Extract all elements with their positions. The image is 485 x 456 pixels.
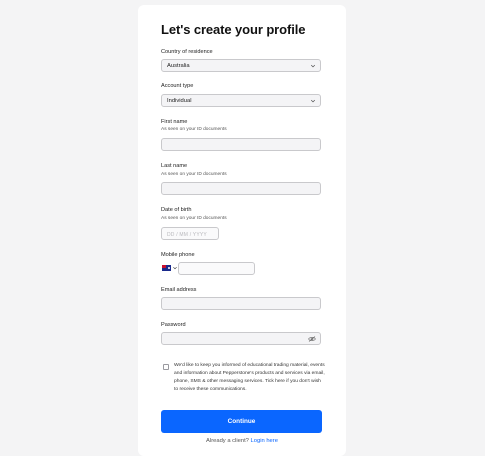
chevron-down-icon [173, 266, 177, 270]
first-name-hint: As seen on your ID documents [161, 127, 227, 132]
consent-text: We'd like to keep you informed of educat… [174, 363, 325, 392]
country-code-select[interactable] [161, 262, 179, 275]
eye-off-icon[interactable] [308, 336, 316, 342]
dob-field[interactable]: DD / MM / YYYY [161, 227, 219, 240]
country-select[interactable]: Australia [161, 59, 321, 72]
chevron-down-icon [310, 99, 316, 103]
account-type-select[interactable]: Individual [161, 94, 321, 107]
email-label: Email address [161, 287, 197, 293]
australia-flag-icon [162, 265, 171, 271]
last-name-label: Last name [161, 163, 188, 169]
last-name-hint: As seen on your ID documents [161, 172, 227, 177]
country-value: Australia [167, 63, 190, 69]
mobile-field[interactable] [178, 262, 255, 275]
login-prompt-text: Already a client? [206, 438, 249, 444]
password-field[interactable] [161, 332, 321, 345]
email-field[interactable] [161, 297, 321, 310]
dob-label: Date of birth [161, 207, 192, 213]
chevron-down-icon [310, 64, 316, 68]
password-label: Password [161, 322, 186, 328]
continue-button[interactable]: Continue [161, 410, 322, 433]
login-link[interactable]: Login here [251, 438, 278, 444]
page-title: Let's create your profile [161, 22, 306, 37]
signup-card: Let's create your profile Country of res… [138, 5, 346, 456]
last-name-field[interactable] [161, 182, 321, 195]
dob-placeholder: DD / MM / YYYY [167, 231, 207, 238]
account-type-label: Account type [161, 83, 194, 89]
mobile-label: Mobile phone [161, 252, 195, 258]
first-name-label: First name [161, 119, 188, 125]
dob-hint: As seen on your ID documents [161, 216, 227, 221]
consent-checkbox[interactable] [163, 364, 169, 370]
first-name-field[interactable] [161, 138, 321, 151]
login-prompt: Already a client? Login here [138, 438, 346, 444]
country-label: Country of residence [161, 49, 213, 55]
account-type-value: Individual [167, 98, 192, 104]
